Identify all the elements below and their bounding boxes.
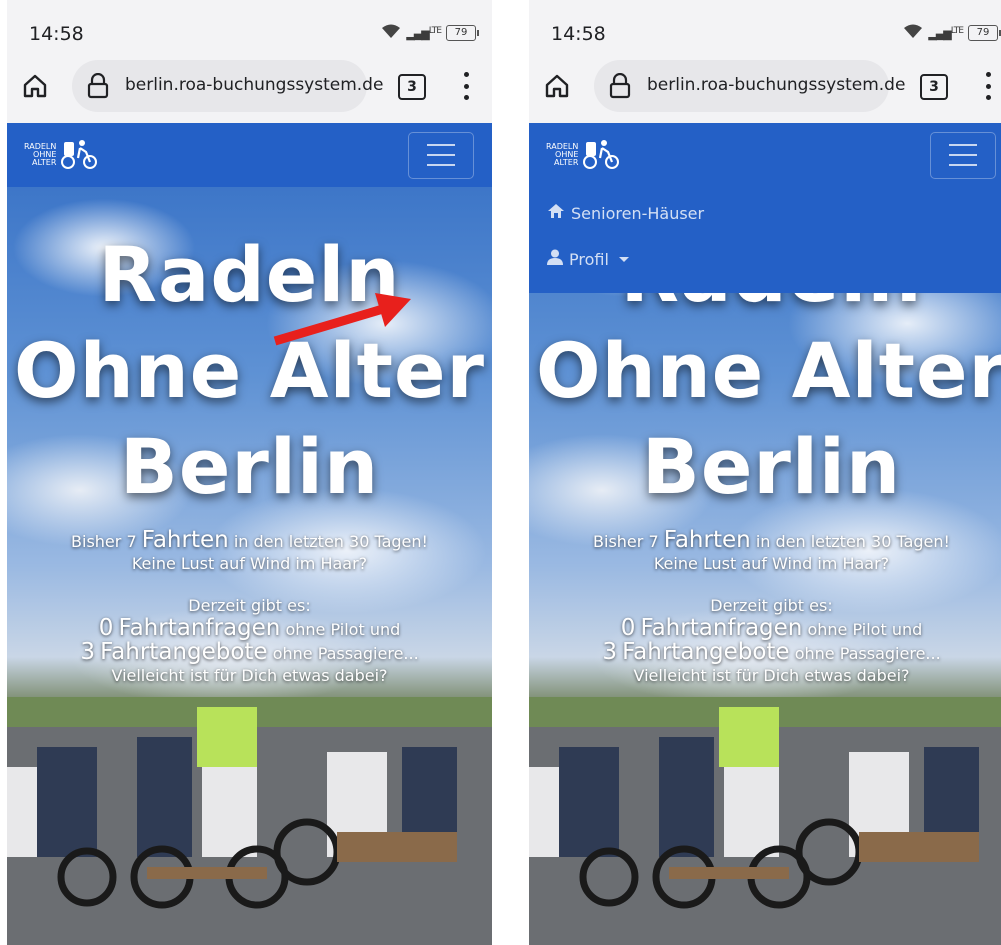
- status-bar: 14:58 ▂▄▆LTE 79: [7, 0, 492, 58]
- caret-down-icon: [618, 256, 629, 262]
- stats-prefix: Bisher 7: [71, 532, 137, 551]
- address-bar[interactable]: berlin.roa-buchungssystem.de: [72, 60, 383, 112]
- hero-title: Radeln Ohne Alter Berlin: [7, 227, 492, 515]
- wifi-icon: [903, 23, 923, 43]
- closing-line: Vielleicht ist für Dich etwas dabei?: [633, 666, 910, 685]
- brand-text: RADELN OHNE ALTER: [24, 143, 56, 167]
- offers-line: 3 Fahrtangebote ohne Passagiere...: [7, 641, 492, 665]
- hero-section: Radeln Ohne Alter Berlin Bisher 7 Fahrte…: [529, 187, 1001, 945]
- wind-line: Keine Lust auf Wind im Haar?: [131, 554, 368, 573]
- hero-title-line3: Berlin: [641, 422, 902, 511]
- browser-toolbar: berlin.roa-buchungssystem.de 3: [7, 58, 492, 118]
- phone-screenshot-menu-open: 14:58 ▂▄▆LTE 79 berlin.roa-buchungssyste…: [529, 0, 1001, 945]
- requests-suffix: ohne Pilot und: [807, 620, 923, 639]
- brand-text: RADELN OHNE ALTER: [546, 143, 578, 167]
- site-navbar: RADELN OHNE ALTER: [7, 123, 492, 187]
- menu-toggle-button[interactable]: [408, 132, 474, 179]
- signal-icon: ▂▄▆LTE: [406, 25, 442, 41]
- status-icons: ▂▄▆LTE 79: [381, 23, 479, 43]
- nav-item-label: Senioren-Häuser: [571, 203, 705, 223]
- brand-line3: ALTER: [554, 158, 579, 167]
- derzeit-line: Derzeit gibt es:: [188, 596, 311, 615]
- network-type: LTE: [950, 25, 964, 37]
- nav-item-label: Profil: [569, 249, 609, 269]
- wifi-icon: [381, 23, 401, 43]
- battery-icon: 79: [968, 25, 1001, 41]
- derzeit-line: Derzeit gibt es:: [710, 596, 833, 615]
- offers-suffix: ohne Passagiere...: [272, 644, 419, 663]
- tab-switcher-button[interactable]: 3: [920, 74, 948, 100]
- hero-title-line3: Berlin: [119, 422, 380, 511]
- site-navbar-expanded: RADELN OHNE ALTER Senioren-Häuser Profil: [529, 123, 1001, 293]
- stats-suffix: in den letzten 30 Tagen!: [755, 532, 950, 551]
- url-text: berlin.roa-buchungssystem.de: [125, 75, 384, 95]
- nav-item-profil-dropdown[interactable]: Profil: [547, 249, 629, 269]
- url-text: berlin.roa-buchungssystem.de: [647, 75, 906, 95]
- red-arrow-annotation: [273, 293, 411, 346]
- offers-count: 3: [80, 639, 95, 665]
- requests-line: 0 Fahrtanfragen ohne Pilot und: [529, 617, 1001, 641]
- brand-logo[interactable]: RADELN OHNE ALTER: [546, 136, 620, 174]
- brand-line3: ALTER: [32, 158, 57, 167]
- hero-info: Bisher 7 Fahrten in den letzten 30 Tagen…: [529, 529, 1001, 687]
- phone-screenshot-menu-closed: 14:58 ▂▄▆LTE 79 berlin.roa-buchungssyste…: [7, 0, 492, 945]
- nav-item-senioren-haeuser[interactable]: Senioren-Häuser: [547, 203, 704, 223]
- lock-icon: [608, 72, 632, 99]
- more-options-icon[interactable]: [463, 72, 469, 100]
- requests-line: 0 Fahrtanfragen ohne Pilot und: [7, 617, 492, 641]
- stats-line: Bisher 7 Fahrten in den letzten 30 Tagen…: [7, 529, 492, 553]
- rickshaw-logo-icon: [582, 136, 620, 174]
- hero-title-line2: Ohne Alter: [535, 326, 1001, 415]
- offers-label: Fahrtangebote: [622, 639, 790, 665]
- offers-label: Fahrtangebote: [100, 639, 268, 665]
- requests-label: Fahrtanfragen: [640, 615, 803, 641]
- house-icon: [547, 203, 565, 223]
- brand-logo[interactable]: RADELN OHNE ALTER: [24, 136, 98, 174]
- stats-count-label: Fahrten: [663, 527, 751, 553]
- rickshaw-logo-icon: [60, 136, 98, 174]
- hamburger-icon: [949, 144, 977, 166]
- stats-suffix: in den letzten 30 Tagen!: [233, 532, 428, 551]
- battery-icon: 79: [446, 25, 479, 41]
- home-icon[interactable]: [543, 72, 571, 100]
- requests-label: Fahrtanfragen: [118, 615, 281, 641]
- browser-toolbar: berlin.roa-buchungssystem.de 3: [529, 58, 1001, 118]
- stats-count-label: Fahrten: [141, 527, 229, 553]
- status-bar: 14:58 ▂▄▆LTE 79: [529, 0, 1001, 58]
- web-content: Radeln Ohne Alter Berlin Bisher 7 Fahrte…: [529, 123, 1001, 945]
- stats-prefix: Bisher 7: [593, 532, 659, 551]
- stats-line: Bisher 7 Fahrten in den letzten 30 Tagen…: [529, 529, 1001, 553]
- home-icon[interactable]: [21, 72, 49, 100]
- signal-icon: ▂▄▆LTE: [928, 25, 964, 41]
- hero-info: Bisher 7 Fahrten in den letzten 30 Tagen…: [7, 529, 492, 687]
- menu-toggle-button[interactable]: [930, 132, 996, 179]
- status-time: 14:58: [29, 23, 84, 45]
- user-icon: [547, 249, 563, 269]
- address-bar[interactable]: berlin.roa-buchungssystem.de: [594, 60, 905, 112]
- requests-count: 0: [620, 615, 636, 641]
- requests-count: 0: [98, 615, 114, 641]
- tab-switcher-button[interactable]: 3: [398, 74, 426, 100]
- more-options-icon[interactable]: [985, 72, 991, 100]
- offers-line: 3 Fahrtangebote ohne Passagiere...: [529, 641, 1001, 665]
- status-icons: ▂▄▆LTE 79: [903, 23, 1001, 43]
- offers-suffix: ohne Passagiere...: [794, 644, 941, 663]
- network-type: LTE: [428, 25, 442, 37]
- web-content: Radeln Ohne Alter Berlin Bisher 7 Fahrte…: [7, 123, 492, 945]
- requests-suffix: ohne Pilot und: [285, 620, 401, 639]
- wind-line: Keine Lust auf Wind im Haar?: [653, 554, 890, 573]
- status-time: 14:58: [551, 23, 606, 45]
- lock-icon: [86, 72, 110, 99]
- closing-line: Vielleicht ist für Dich etwas dabei?: [111, 666, 388, 685]
- hamburger-icon: [427, 144, 455, 166]
- offers-count: 3: [602, 639, 617, 665]
